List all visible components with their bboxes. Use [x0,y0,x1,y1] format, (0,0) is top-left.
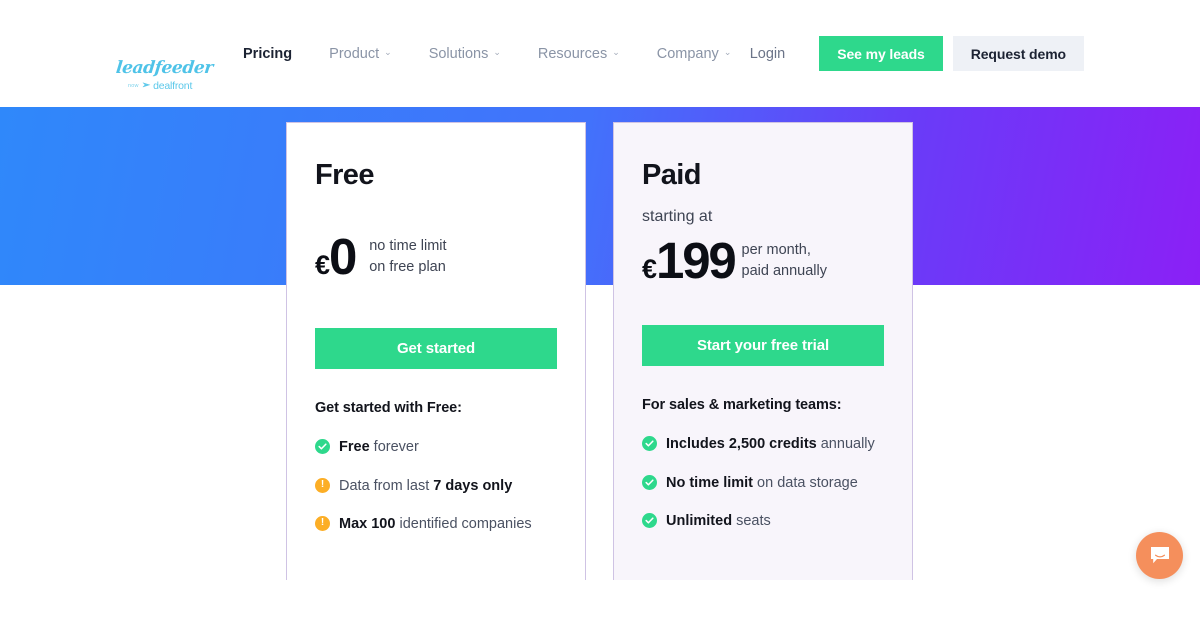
check-circle-icon [642,474,657,490]
main-navigation: Pricing Product ⌄ Solutions ⌄ Resources … [243,0,768,107]
plan-price: € 199 [642,232,737,289]
logo-dealfront-label: dealfront [153,80,193,92]
warning-circle-icon: ! [315,515,330,531]
list-item: Includes 2,500 credits annually [642,435,884,453]
price-amount: 0 [329,228,357,285]
price-amount: 199 [656,232,737,289]
price-note-line-2: on free plan [369,259,446,276]
logo-now-label: now [128,83,139,89]
site-header: leadfeeder now ➢ dealfront Pricing Produ… [0,0,1200,107]
list-item: ! Max 100 identified companies [315,515,557,533]
feature-bold: Free [339,439,370,456]
page-root: leadfeeder now ➢ dealfront Pricing Produ… [0,0,1200,630]
feature-text: Data from last 7 days only [339,477,512,495]
plan-title: Paid [642,159,701,191]
list-item: Free forever [315,438,557,456]
nav-label: Resources [537,45,608,62]
feature-list: Free forever ! Data from last 7 days onl… [315,438,557,532]
plan-price: € 0 [315,228,357,285]
list-item: Unlimited seats [642,512,884,530]
see-my-leads-button[interactable]: See my leads [819,36,943,71]
pricing-card-paid: Paid starting at € 199 per month, paid a… [613,122,913,580]
feature-rest: forever [369,439,419,456]
chat-launcher-button[interactable] [1136,532,1183,579]
feature-text: Includes 2,500 credits annually [666,435,875,453]
dealfront-arrow-icon: ➢ [141,80,151,91]
feature-rest: identified companies [395,515,532,532]
nav-label: Pricing [243,45,293,62]
nav-label: Solutions [428,45,489,62]
chat-bubble-icon [1150,546,1170,565]
feature-text: No time limit on data storage [666,474,858,492]
nav-item-resources[interactable]: Resources ⌄ [538,46,620,62]
nav-item-pricing[interactable]: Pricing [243,46,292,62]
check-circle-icon [642,512,657,528]
feature-list: Includes 2,500 credits annually No time … [642,435,884,529]
feature-text: Free forever [339,438,419,456]
warning-circle-icon: ! [315,477,330,493]
feature-lead: Data from last [339,477,434,494]
leadfeeder-logo[interactable]: leadfeeder now ➢ dealfront [115,58,214,94]
feature-rest: on data storage [753,474,858,491]
feature-bold: Includes 2,500 credits [666,436,817,453]
logo-subline: now ➢ dealfront [128,80,192,92]
login-link[interactable]: Login [750,46,785,62]
plan-price-row: € 199 per month, paid annually [642,232,884,289]
feature-bold: No time limit [666,474,754,491]
nav-label: Product [329,45,380,62]
price-note-line-1: per month, [741,241,811,258]
plan-price-row: € 0 no time limit on free plan [315,228,557,285]
nav-item-company[interactable]: Company ⌄ [657,46,732,62]
header-actions: Login See my leads Request demo [750,0,1084,107]
currency-symbol: € [642,254,657,284]
price-note-line-2: paid annually [741,263,827,280]
list-item: No time limit on data storage [642,474,884,492]
chevron-down-icon: ⌄ [612,47,620,57]
feature-bold: 7 days only [433,477,513,494]
logo-wordmark: leadfeeder [115,58,214,78]
feature-list-heading: For sales & marketing teams: [642,397,842,414]
feature-rest: annually [816,436,875,453]
feature-bold: Unlimited [666,512,733,529]
plan-starting-at: starting at [642,208,713,225]
feature-text: Unlimited seats [666,512,771,530]
start-free-trial-button[interactable]: Start your free trial [642,325,884,367]
feature-text: Max 100 identified companies [339,515,532,533]
plan-title: Free [315,159,374,191]
plan-price-note: per month, paid annually [742,240,827,283]
nav-item-product[interactable]: Product ⌄ [329,46,392,62]
list-item: ! Data from last 7 days only [315,477,557,495]
chevron-down-icon: ⌄ [493,47,501,57]
chevron-down-icon: ⌄ [384,47,392,57]
check-circle-icon [315,439,330,455]
get-started-button[interactable]: Get started [315,328,557,370]
feature-rest: seats [732,512,771,529]
feature-list-heading: Get started with Free: [315,400,462,417]
currency-symbol: € [315,250,330,280]
plan-price-note: no time limit on free plan [369,236,446,279]
nav-label: Company [656,45,719,62]
feature-bold: Max 100 [339,515,396,532]
pricing-card-free: Free € 0 no time limit on free plan Get … [286,122,586,580]
request-demo-button[interactable]: Request demo [952,36,1084,71]
nav-item-solutions[interactable]: Solutions ⌄ [429,46,501,62]
chevron-down-icon: ⌄ [723,47,732,57]
check-circle-icon [642,436,657,452]
price-note-line-1: no time limit [369,237,447,254]
